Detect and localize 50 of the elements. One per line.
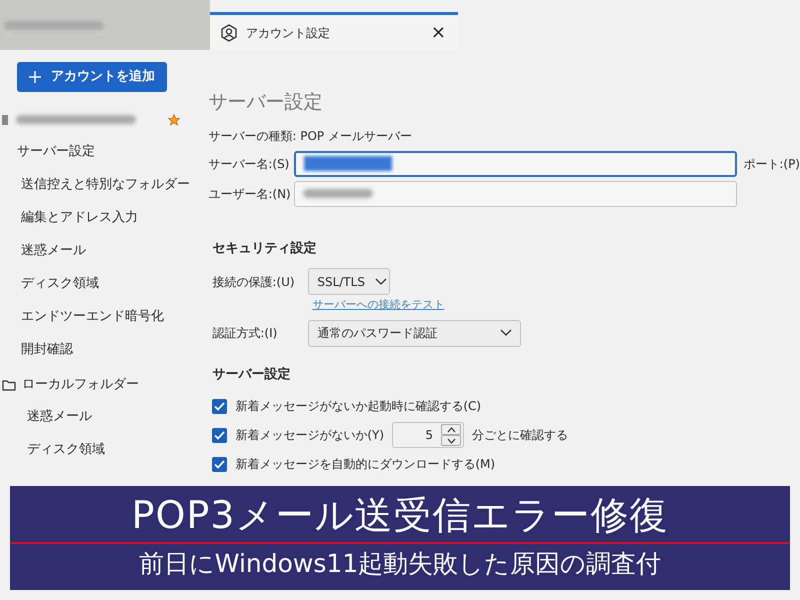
sidebar-item[interactable]: エンドツーエンド暗号化 bbox=[17, 300, 196, 334]
account-icon bbox=[2, 114, 8, 124]
field-label: ユーザー名:(N) bbox=[208, 186, 288, 202]
banner-subtitle: 前日にWindows11起動失敗した原因の調査付 bbox=[138, 551, 662, 576]
checkbox[interactable] bbox=[212, 398, 228, 414]
sidebar-item[interactable]: 開封確認 bbox=[17, 334, 196, 366]
plus-icon bbox=[29, 70, 41, 83]
decrement-button[interactable] bbox=[441, 435, 462, 446]
banner-title: POP3メール送受信エラー修復 bbox=[132, 496, 668, 534]
section-title: サーバー設定 bbox=[208, 90, 324, 115]
authentication-select[interactable]: 通常のパスワード認証 bbox=[308, 320, 522, 346]
section-heading: セキュリティ設定 bbox=[212, 240, 318, 258]
chevron-down-icon bbox=[500, 329, 512, 337]
tab-label: アカウント設定 bbox=[246, 24, 331, 42]
chevron-up-icon bbox=[446, 426, 456, 432]
increment-button[interactable] bbox=[441, 424, 462, 435]
test-connection-link[interactable]: サーバーへの接続をテスト bbox=[312, 297, 444, 314]
checkmark-icon bbox=[214, 402, 226, 410]
sidebar-item[interactable]: ローカルフォルダー bbox=[22, 374, 139, 394]
interval-spinner[interactable]: 5 bbox=[392, 422, 464, 448]
connection-security-select[interactable]: SSL/TLS bbox=[308, 268, 390, 295]
checkbox-label: 新着メッセージを自動的にダウンロードする(M) bbox=[235, 456, 496, 473]
user-name-field[interactable] bbox=[294, 180, 738, 206]
checkmark-icon bbox=[214, 460, 226, 468]
checkbox[interactable] bbox=[212, 428, 228, 442]
folder-icon bbox=[2, 378, 16, 390]
server-type-text: サーバーの種類: POP メールサーバー bbox=[208, 128, 413, 144]
checkbox[interactable] bbox=[212, 456, 228, 472]
add-account-button[interactable]: アカウントを追加 bbox=[17, 62, 167, 92]
sidebar-item[interactable]: 迷惑メール bbox=[17, 234, 196, 268]
field-label: ポート:(P) bbox=[743, 156, 800, 172]
sidebar-item[interactable]: 迷惑メール bbox=[17, 400, 196, 434]
server-name-field[interactable] bbox=[294, 150, 738, 176]
section-heading: サーバー設定 bbox=[212, 366, 292, 384]
chevron-down-icon bbox=[374, 278, 387, 286]
chevron-down-icon bbox=[446, 438, 456, 444]
sidebar-item[interactable]: 送信控えと特別なフォルダー bbox=[17, 168, 196, 202]
field-label: 認証方式:(I) bbox=[212, 325, 278, 342]
checkbox-label: 新着メッセージがないか起動時に確認する(C) bbox=[235, 398, 482, 415]
close-button[interactable]: × bbox=[428, 24, 448, 42]
sidebar-item[interactable]: ディスク領域 bbox=[17, 434, 196, 466]
sidebar-item[interactable]: ディスク領域 bbox=[17, 268, 196, 300]
checkbox-label: 分ごとに確認する bbox=[472, 427, 568, 444]
user-icon bbox=[220, 24, 238, 42]
field-label: サーバー名:(S) bbox=[208, 156, 288, 172]
sidebar-item[interactable]: 編集とアドレス入力 bbox=[17, 202, 196, 234]
sidebar-item[interactable]: サーバー設定 bbox=[17, 136, 196, 168]
checkbox-label: 新着メッセージがないか(Y) bbox=[235, 427, 384, 444]
checkmark-icon bbox=[214, 430, 226, 440]
field-label: 接続の保護:(U) bbox=[212, 274, 296, 290]
